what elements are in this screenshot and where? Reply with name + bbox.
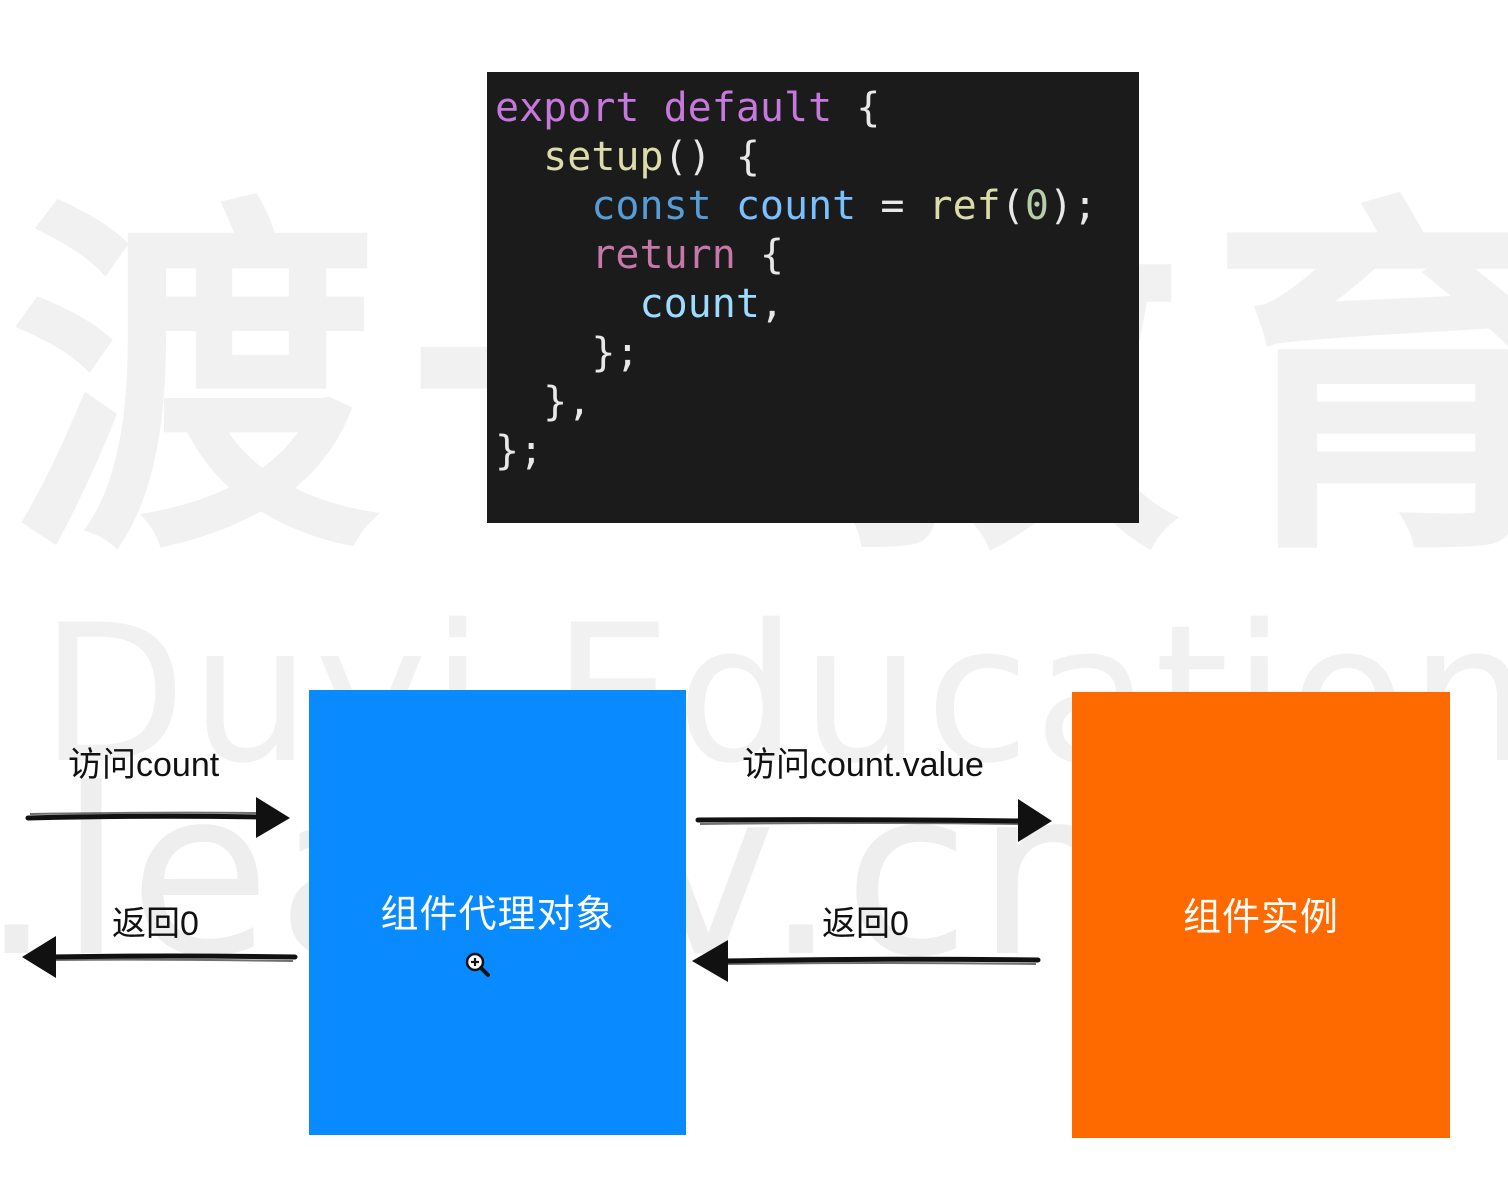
code-token: return xyxy=(591,232,736,278)
code-token: export default xyxy=(495,85,833,131)
code-token: count xyxy=(735,183,857,229)
code-token: () { xyxy=(663,134,760,180)
code-token: setup xyxy=(543,134,664,180)
code-line: export default { xyxy=(495,84,1139,133)
component-instance-label: 组件实例 xyxy=(1182,894,1339,939)
code-token: ref xyxy=(928,183,1001,229)
arrow-access-count xyxy=(25,797,290,838)
edge-label-return-0-left: 返回0 xyxy=(112,905,199,943)
arrow-return-0-right xyxy=(692,940,1041,982)
code-token: }; xyxy=(591,330,640,376)
code-token: }, xyxy=(543,379,592,425)
code-token: = xyxy=(856,183,929,229)
code-line: count, xyxy=(495,280,1139,329)
component-proxy-label: 组件代理对象 xyxy=(380,892,615,936)
code-line: return { xyxy=(495,231,1139,280)
code-token: { xyxy=(832,85,881,131)
arrow-access-count-value xyxy=(695,799,1052,842)
code-token: ( xyxy=(1000,183,1025,229)
code-line: }; xyxy=(495,427,1139,476)
edge-label-access-count: 访问count xyxy=(68,746,220,784)
code-token: , xyxy=(759,281,785,327)
code-token: }; xyxy=(495,428,544,474)
edge-label-return-0-right: 返回0 xyxy=(822,905,909,943)
code-line: const count = ref(0); xyxy=(495,182,1139,231)
diagram-canvas: 渡一教育 Duyi Education .leaaiv.cn export de… xyxy=(0,0,1508,1185)
code-token: const xyxy=(591,183,712,229)
code-panel: export default { setup() { const count =… xyxy=(487,72,1139,523)
code-line: }; xyxy=(495,329,1139,378)
code-token: 0 xyxy=(1024,183,1049,229)
edge-label-access-count-value: 访问count.value xyxy=(742,746,984,784)
component-instance-box: 组件实例 xyxy=(1072,692,1450,1138)
code-line: }, xyxy=(495,378,1139,427)
code-token: count xyxy=(639,281,760,327)
code-token: { xyxy=(735,232,784,278)
code-token: ); xyxy=(1048,183,1098,229)
zoom-in-cursor-icon xyxy=(465,952,490,977)
component-proxy-box: 组件代理对象 xyxy=(309,690,686,1135)
code-line: setup() { xyxy=(495,133,1139,182)
